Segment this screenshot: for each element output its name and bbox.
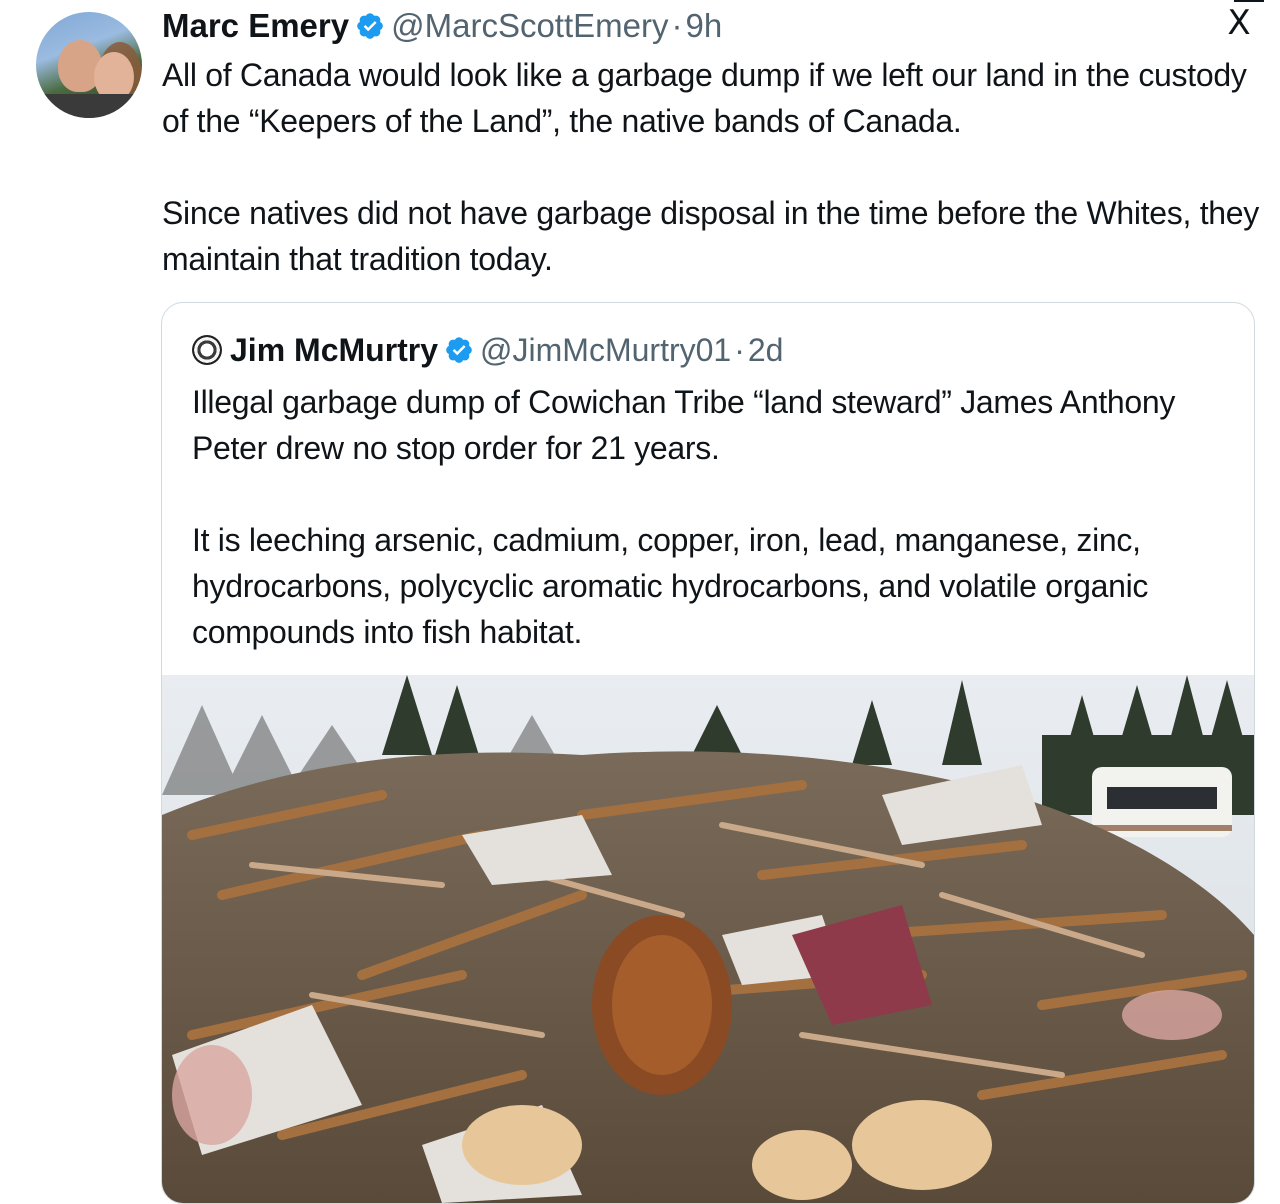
quoted-tweet-header: Jim McMurtry @JimMcMurtry01 · 2d (192, 329, 783, 371)
verified-badge-icon (357, 13, 383, 39)
divider (1234, 0, 1264, 2)
quoted-tweet-text: Illegal garbage dump of Cowichan Tribe “… (192, 379, 1232, 655)
quoted-paragraph: Illegal garbage dump of Cowichan Tribe “… (192, 384, 1176, 466)
quoted-tweet[interactable]: Jim McMurtry @JimMcMurtry01 · 2d Illegal… (161, 302, 1255, 1204)
x-logo-icon[interactable]: X (1224, 6, 1254, 40)
avatar[interactable] (36, 12, 142, 118)
author-handle[interactable]: @MarcScottEmery (391, 7, 668, 45)
tweet-header: Marc Emery @MarcScottEmery · 9h (162, 4, 722, 48)
separator-dot: · (671, 7, 683, 44)
tweet-paragraph: All of Canada would look like a garbage … (162, 57, 1247, 139)
quoted-avatar (192, 335, 222, 365)
tweet: Marc Emery @MarcScottEmery · 9h X All of… (0, 0, 1280, 1204)
quoted-timestamp[interactable]: 2d (748, 332, 784, 369)
tweet-paragraph: Since natives did not have garbage dispo… (162, 195, 1259, 277)
quoted-author-name[interactable]: Jim McMurtry (230, 332, 438, 369)
tweet-text: All of Canada would look like a garbage … (162, 52, 1262, 282)
quoted-paragraph: It is leeching arsenic, cadmium, copper,… (192, 522, 1149, 650)
garbage-dump-photo[interactable] (162, 675, 1254, 1203)
quoted-author-handle[interactable]: @JimMcMurtry01 (480, 332, 731, 369)
timestamp[interactable]: 9h (685, 7, 722, 45)
author-name[interactable]: Marc Emery (162, 7, 349, 45)
separator-dot: · (734, 331, 745, 368)
verified-badge-icon (446, 337, 472, 363)
